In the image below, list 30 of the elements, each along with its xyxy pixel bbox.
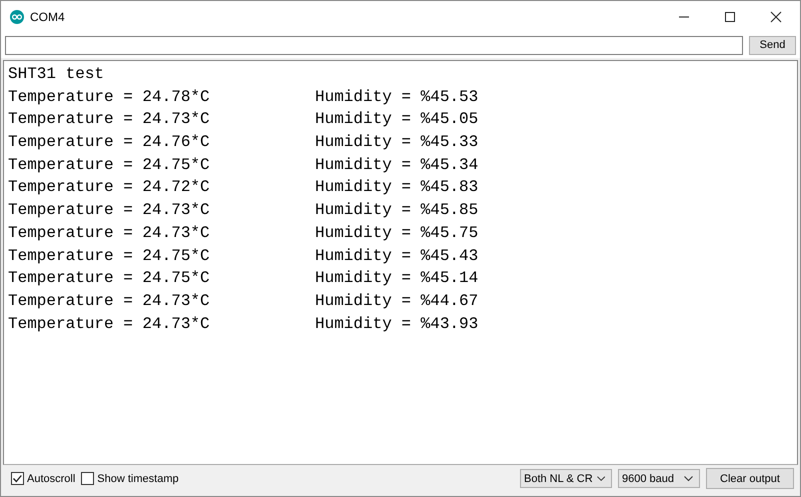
clear-output-button[interactable]: Clear output	[706, 468, 794, 489]
checkbox-label: Show timestamp	[97, 472, 179, 484]
temperature-reading: Temperature = 24.73*C	[8, 222, 211, 244]
temperature-reading: Temperature = 24.75*C	[8, 154, 211, 176]
temperature-reading: Temperature = 24.75*C	[8, 268, 211, 290]
temperature-reading: Temperature = 24.73*C	[8, 314, 211, 335]
temperature-reading: Temperature = 24.73*C	[8, 200, 211, 222]
humidity-reading: Humidity = %45.34	[315, 154, 478, 176]
humidity-reading: Humidity = %45.75	[315, 222, 478, 244]
temperature-reading: Temperature = 24.72*C	[8, 177, 211, 198]
output-line: SHT31 test	[8, 64, 104, 85]
humidity-reading: Humidity = %45.43	[315, 246, 478, 266]
humidity-reading: Humidity = %45.33	[315, 132, 478, 154]
humidity-reading: Humidity = %45.83	[315, 177, 478, 198]
humidity-reading: Humidity = %43.93	[315, 314, 478, 335]
temperature-reading: Temperature = 24.73*C	[8, 109, 211, 130]
temperature-reading: Temperature = 24.78*C	[8, 86, 211, 108]
temperature-reading: Temperature = 24.76*C	[8, 132, 211, 154]
humidity-reading: Humidity = %45.14	[315, 268, 478, 290]
temperature-reading: Temperature = 24.75*C	[8, 246, 211, 266]
humidity-reading: Humidity = %45.85	[315, 200, 478, 222]
window-title: COM4	[30, 10, 65, 24]
humidity-reading: Humidity = %45.53	[315, 86, 478, 108]
humidity-reading: Humidity = %45.05	[315, 109, 478, 130]
dropdown[interactable]: 9600 baud	[618, 469, 700, 488]
temperature-reading: Temperature = 24.73*C	[8, 290, 211, 312]
send-button[interactable]: Send	[749, 36, 796, 54]
humidity-reading: Humidity = %44.67	[315, 290, 478, 312]
checkbox-label: Autoscroll	[27, 472, 76, 484]
dropdown[interactable]: Both NL & CR	[520, 469, 612, 488]
